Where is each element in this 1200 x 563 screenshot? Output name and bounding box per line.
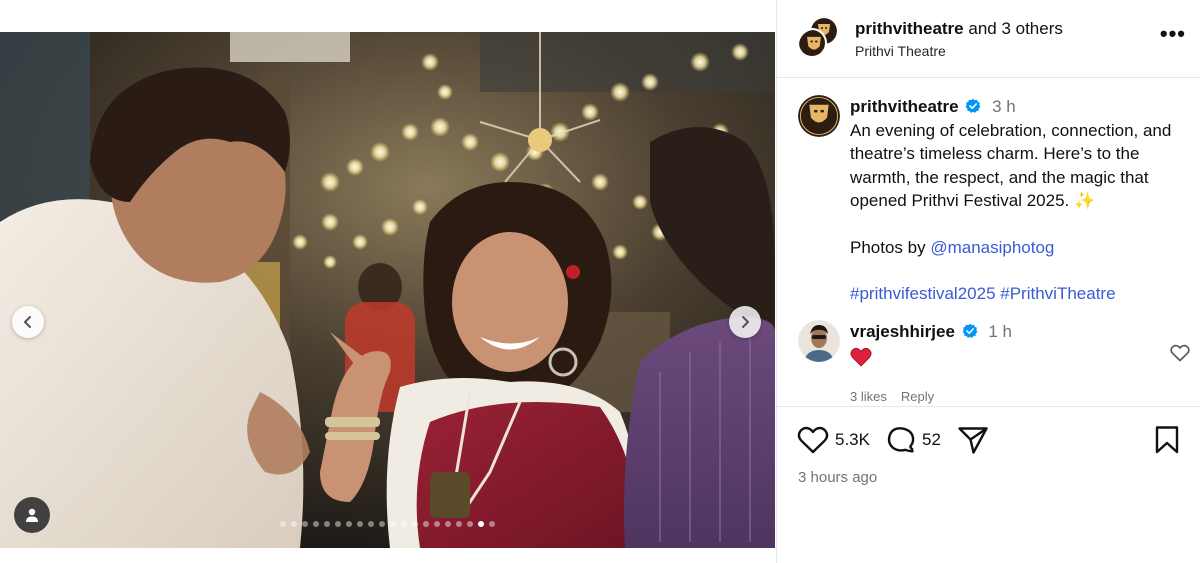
caption-body: prithvitheatre 3 h An evening of celebra… [850, 95, 1186, 306]
previous-photo-button[interactable] [12, 306, 44, 338]
verified-badge-icon [965, 98, 981, 113]
comment-likes[interactable]: 3 likes [850, 389, 887, 404]
comment-meta: 3 likes Reply [850, 385, 1186, 407]
post-timestamp[interactable]: 3 hours ago [777, 455, 1200, 486]
share-button[interactable] [957, 425, 989, 455]
carousel-dot [489, 521, 495, 527]
carousel-dot [368, 521, 374, 527]
heart-icon [797, 426, 829, 454]
caption-time[interactable]: 3 h [992, 97, 1016, 116]
comments-count[interactable]: 52 [922, 430, 941, 450]
carousel-dot [434, 521, 440, 527]
collab-title[interactable]: prithvitheatre and 3 others [855, 19, 1160, 39]
caption-text: An evening of celebration, connection, a… [850, 120, 1172, 211]
red-heart-icon [850, 347, 872, 367]
carousel-dot [445, 521, 451, 527]
carousel-dot [280, 521, 286, 527]
comment-item: vrajeshhirjee 1 h ❤️ 3 likes Reply [777, 306, 1200, 407]
comment-time[interactable]: 1 h [988, 322, 1012, 341]
post-photo [0, 32, 775, 548]
bookmark-icon [1155, 426, 1179, 454]
carousel-dot [401, 521, 407, 527]
more-options-button[interactable]: ••• [1160, 22, 1186, 55]
post-caption: prithvitheatre 3 h An evening of celebra… [777, 79, 1200, 306]
comment-body: vrajeshhirjee 1 h ❤️ 3 likes Reply [850, 320, 1186, 407]
carousel-dot [357, 521, 363, 527]
post-media[interactable] [0, 32, 775, 548]
carousel-dot [467, 521, 473, 527]
avatar [797, 27, 827, 58]
comment-username[interactable]: vrajeshhirjee [850, 322, 955, 341]
tagged-users-button[interactable] [14, 497, 50, 533]
collab-avatars[interactable] [795, 15, 845, 62]
paper-plane-icon [958, 427, 988, 454]
carousel-dot [313, 521, 319, 527]
avatar[interactable] [798, 95, 840, 137]
save-button[interactable] [1154, 425, 1180, 455]
location-label[interactable]: Prithvi Theatre [855, 43, 1160, 59]
post-header: prithvitheatre and 3 others Prithvi Thea… [777, 0, 1200, 78]
next-photo-button[interactable] [729, 306, 761, 338]
comment-bubble-icon [887, 427, 915, 453]
action-bar: 5.3K 52 [777, 407, 1200, 455]
comment-like-heart-icon[interactable] [1170, 344, 1190, 362]
photo-credit-label: Photos by [850, 237, 931, 257]
hashtags: #prithvifestival2025 #PrithviTheatre [850, 282, 1186, 306]
comments-list[interactable]: prithvitheatre 3 h An evening of celebra… [777, 79, 1200, 406]
carousel-indicator [0, 521, 775, 527]
avatar[interactable] [798, 319, 840, 362]
photo-credit: Photos by @manasiphotog [850, 236, 1186, 260]
carousel-dot [412, 521, 418, 527]
like-button[interactable]: 5.3K [797, 426, 886, 454]
collab-others[interactable]: and 3 others [964, 19, 1063, 38]
carousel-dot [291, 521, 297, 527]
carousel-dot [390, 521, 396, 527]
carousel-dot [423, 521, 429, 527]
carousel-dot [379, 521, 385, 527]
post-header-text: prithvitheatre and 3 others Prithvi Thea… [855, 19, 1160, 59]
post-actions-section: 5.3K 52 3 hours ago [777, 406, 1200, 486]
reply-button[interactable]: Reply [901, 389, 934, 404]
comment-button[interactable]: 52 [886, 425, 957, 455]
verified-badge-icon [962, 323, 978, 338]
post-sidebar: prithvitheatre and 3 others Prithvi Thea… [776, 0, 1200, 563]
carousel-dot [478, 521, 484, 527]
post-author[interactable]: prithvitheatre [855, 19, 964, 38]
carousel-dot [456, 521, 462, 527]
comment-text: ❤️ [850, 347, 1186, 373]
chevron-left-icon [24, 316, 31, 328]
caption-username[interactable]: prithvitheatre [850, 97, 959, 116]
carousel-dot [324, 521, 330, 527]
likes-count[interactable]: 5.3K [835, 430, 870, 450]
hashtag-link[interactable]: #PrithviTheatre [1000, 284, 1115, 303]
carousel-dot [302, 521, 308, 527]
hashtag-link[interactable]: #prithvifestival2025 [850, 284, 996, 303]
mention-link[interactable]: @manasiphotog [930, 238, 1054, 257]
chevron-right-icon [742, 316, 749, 328]
carousel-dot [335, 521, 341, 527]
carousel-dot [346, 521, 352, 527]
